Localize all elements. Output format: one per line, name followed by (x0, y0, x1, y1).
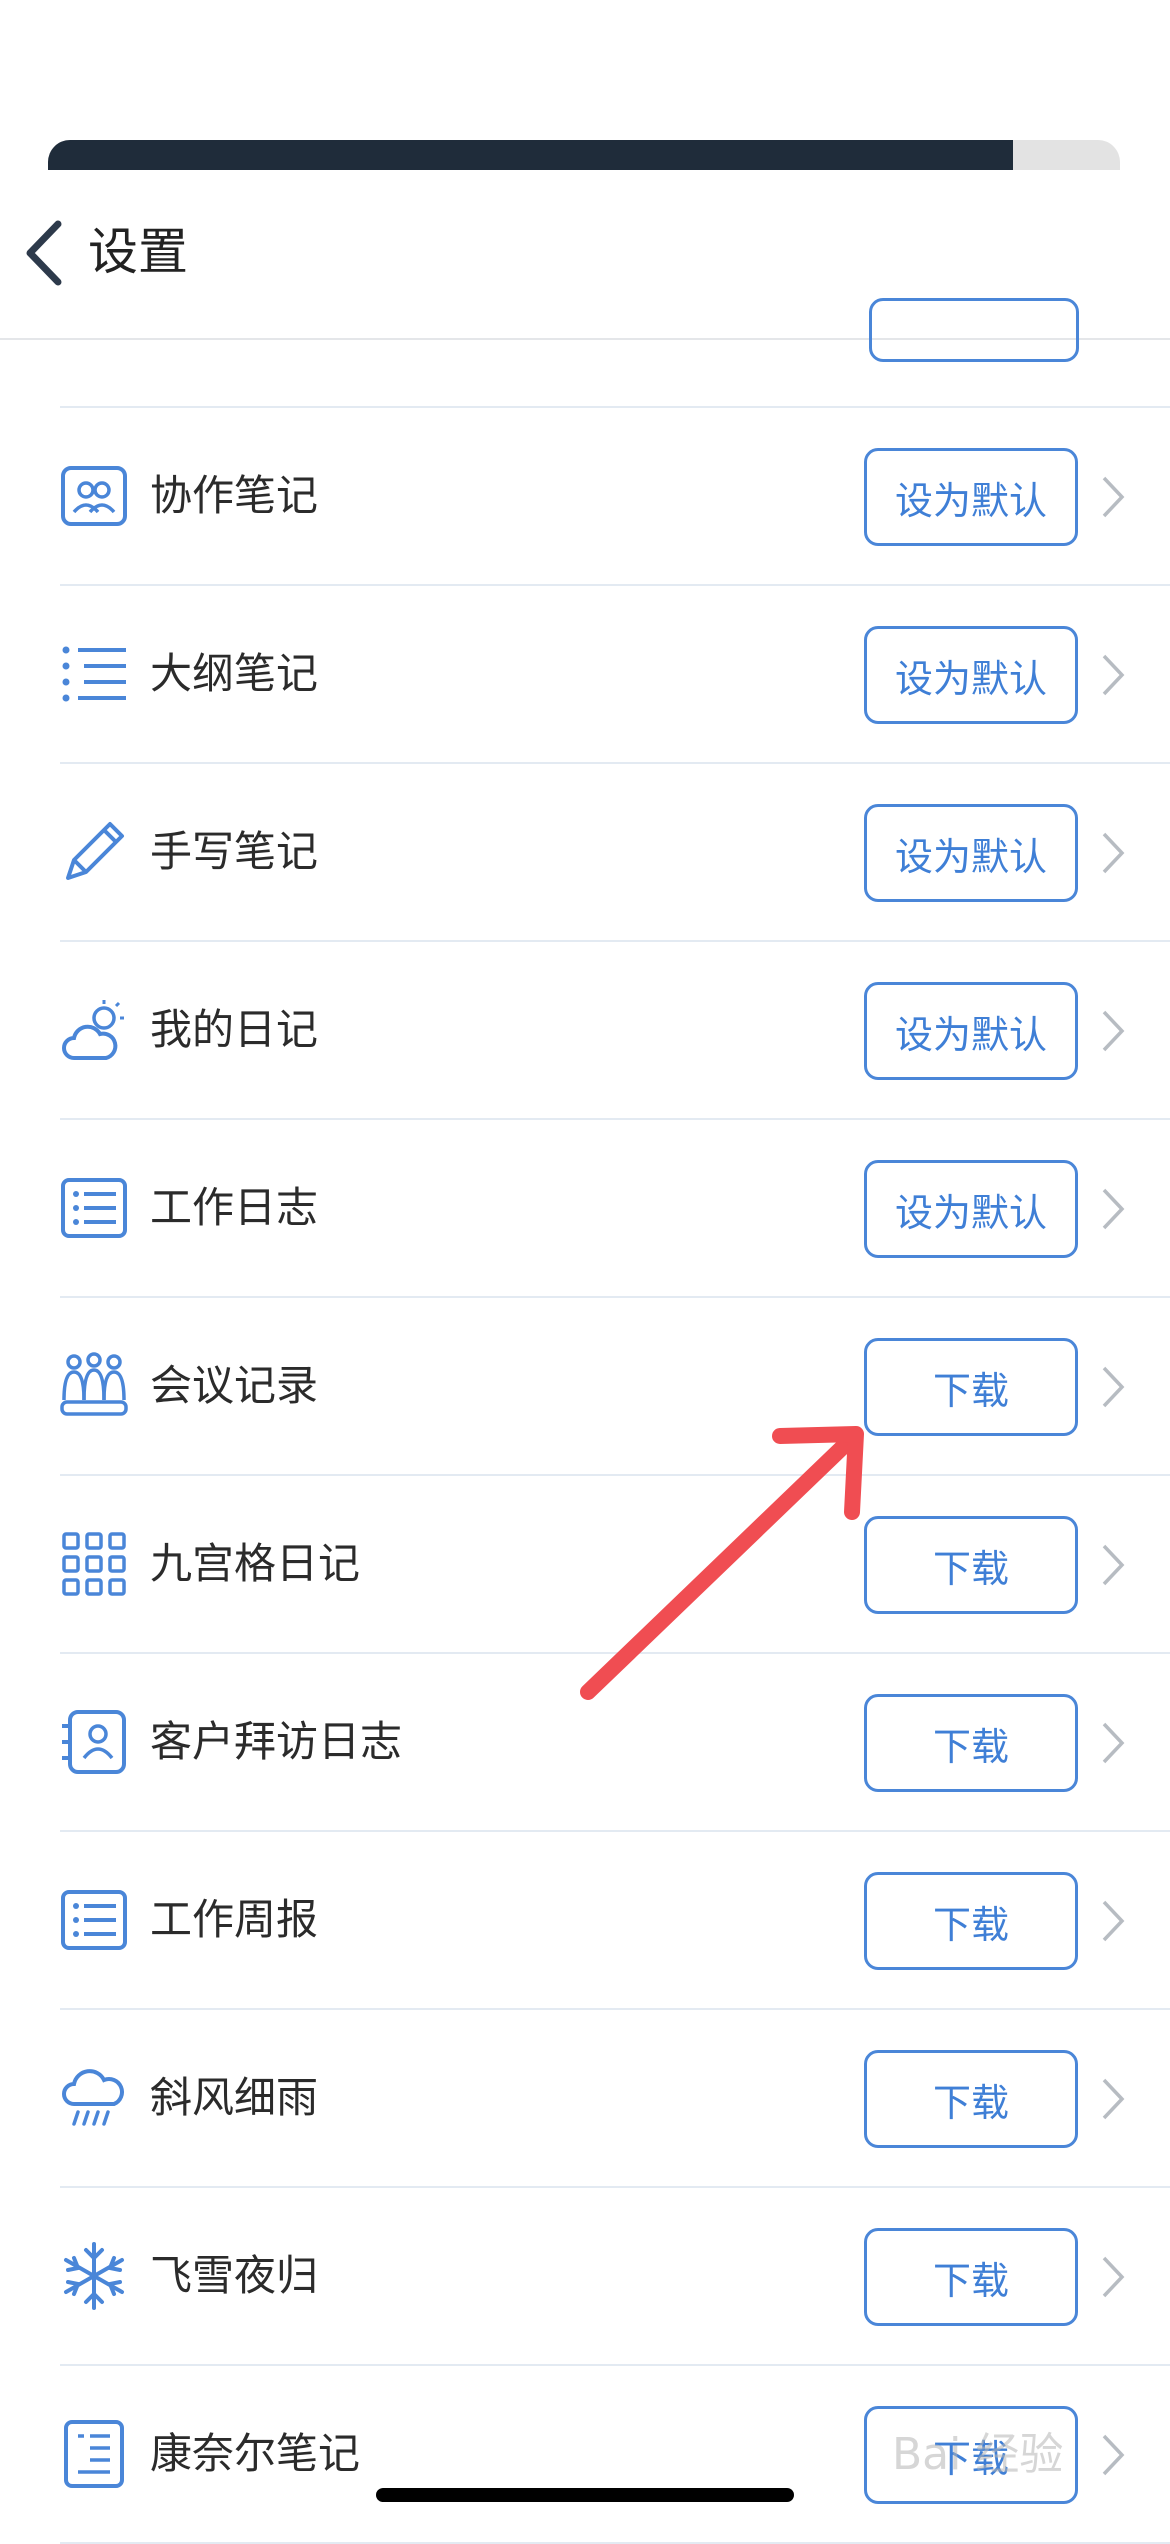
progress-bar (48, 140, 1120, 170)
home-indicator (376, 2488, 794, 2502)
list-item-label: 斜风细雨 (150, 2073, 319, 2122)
chevron-right-icon (1102, 1900, 1125, 1942)
page-title: 设置 (88, 223, 188, 281)
weekly-report-list-icon (61, 1890, 127, 1950)
list-item[interactable]: 会议记录 下载 (60, 1298, 1170, 1476)
download-button[interactable]: 下载 (864, 1694, 1078, 1792)
list-item[interactable]: 我的日记 设为默认 (60, 942, 1170, 1120)
set-default-button[interactable]: 设为默认 (864, 626, 1078, 724)
chevron-right-icon (1102, 654, 1125, 696)
chevron-right-icon (1102, 2078, 1125, 2120)
weather-cloud-sun-icon (62, 1000, 124, 1060)
list-item[interactable]: 工作周报 下载 (60, 1832, 1170, 2010)
list-item[interactable]: 工作日志 设为默认 (60, 1120, 1170, 1298)
partial-button[interactable] (869, 298, 1079, 362)
list-item-label: 工作周报 (150, 1895, 319, 1944)
chevron-right-icon (1102, 1010, 1125, 1052)
work-log-list-icon (61, 1178, 127, 1238)
chevron-right-icon (1102, 1366, 1125, 1408)
list-item-label: 会议记录 (150, 1361, 319, 1410)
chevron-right-icon (1102, 2434, 1125, 2476)
set-default-button[interactable]: 设为默认 (864, 448, 1078, 546)
list-item-label: 康奈尔笔记 (150, 2429, 361, 2478)
download-button[interactable]: 下载 (864, 1872, 1078, 1970)
download-button[interactable]: 下载 (864, 2050, 1078, 2148)
customer-contact-icon (62, 1710, 126, 1774)
list-item-label: 工作日志 (150, 1183, 319, 1232)
pen-icon (66, 822, 124, 880)
set-default-button[interactable]: 设为默认 (864, 804, 1078, 902)
download-button[interactable]: 下载 (864, 1516, 1078, 1614)
chevron-right-icon (1102, 1544, 1125, 1586)
list-item-label: 协作笔记 (150, 471, 319, 520)
set-default-button[interactable]: 设为默认 (864, 1160, 1078, 1258)
chevron-right-icon (1102, 1722, 1125, 1764)
progress-fill (48, 140, 1013, 170)
watermark: Bai 经验 (892, 2429, 1064, 2480)
list-item-label: 九宫格日记 (150, 1539, 361, 1588)
meeting-people-icon (60, 1352, 128, 1416)
chevron-right-icon (1102, 476, 1125, 518)
chevron-right-icon (1102, 832, 1125, 874)
list-item[interactable]: 九宫格日记 下载 (60, 1476, 1170, 1654)
list-item[interactable]: 协作笔记 设为默认 (60, 408, 1170, 586)
chevron-right-icon (1102, 2256, 1125, 2298)
list-item[interactable]: 飞雪夜归 下载 (60, 2188, 1170, 2366)
list-item-label: 客户拜访日志 (150, 1717, 403, 1766)
chevron-right-icon (1102, 1188, 1125, 1230)
list-item[interactable]: 斜风细雨 下载 (60, 2010, 1170, 2188)
template-list: 协作笔记 设为默认 大纲笔记 设为默认 手写笔记 设为默认 我的日记 设为默认 (0, 298, 1170, 2544)
download-button[interactable]: 下载 (864, 1338, 1078, 1436)
snowflake-icon (64, 2242, 124, 2310)
list-item-label: 我的日记 (150, 1005, 319, 1054)
list-item[interactable]: 大纲笔记 设为默认 (60, 586, 1170, 764)
nine-grid-icon (62, 1532, 126, 1596)
list-item[interactable]: 手写笔记 设为默认 (60, 764, 1170, 942)
rain-cloud-icon (62, 2069, 124, 2126)
list-item[interactable]: 客户拜访日志 下载 (60, 1654, 1170, 1832)
collaboration-icon (61, 466, 127, 526)
cornell-notes-icon (64, 2420, 124, 2488)
list-item-label: 手写笔记 (150, 827, 319, 876)
set-default-button[interactable]: 设为默认 (864, 982, 1078, 1080)
chevron-left-icon[interactable] (22, 218, 66, 288)
partial-list-item (60, 298, 1170, 408)
list-item-label: 大纲笔记 (150, 649, 319, 698)
download-button[interactable]: 下载 (864, 2228, 1078, 2326)
list-item-label: 飞雪夜归 (150, 2251, 319, 2300)
outline-list-icon (62, 646, 126, 702)
